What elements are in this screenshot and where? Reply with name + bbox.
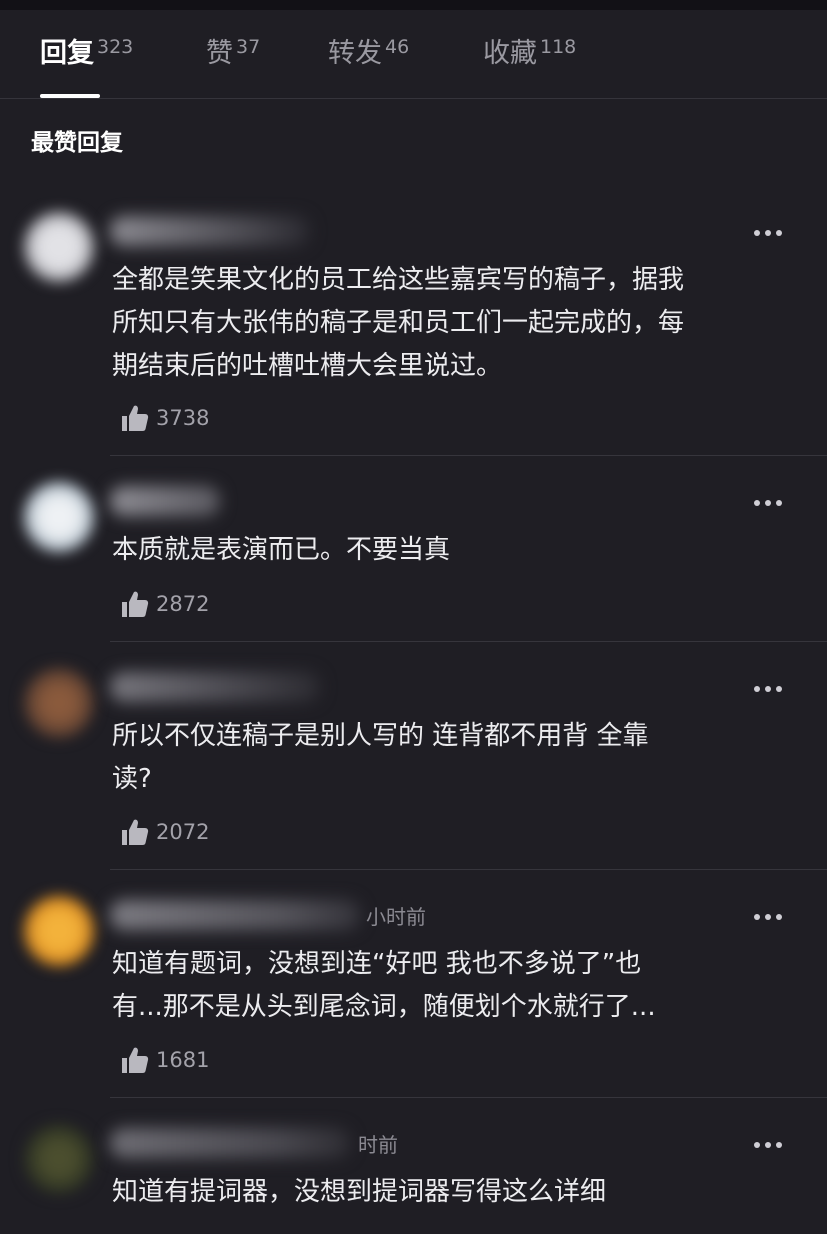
thumbs-up-icon xyxy=(122,1047,149,1073)
comment-timestamp: 时前 xyxy=(358,1133,398,1157)
comment-text: 所以不仅连稿子是别人写的 连背都不用背 全靠 读? xyxy=(112,715,792,801)
comment-text-line: 读? xyxy=(112,764,152,794)
username-blurred[interactable] xyxy=(110,1128,350,1158)
more-options-button[interactable] xyxy=(748,489,788,517)
tab-replies[interactable]: 回复 323 xyxy=(40,36,133,72)
comment-text-line: 全都是笑果文化的员工给这些嘉宾写的稿子，据我 xyxy=(112,265,685,295)
avatar[interactable] xyxy=(24,482,94,552)
tab-likes-label: 赞 xyxy=(206,38,233,69)
tab-bar: 回复 323 赞 37 转发 46 收藏 118 xyxy=(0,10,827,99)
like-count: 2872 xyxy=(156,592,210,616)
comment-text-line: 所以不仅连稿子是别人写的 连背都不用背 全靠 xyxy=(112,721,649,751)
like-button[interactable]: 1681 xyxy=(120,1045,209,1075)
username-blurred[interactable] xyxy=(110,672,320,702)
comment-text-line: 知道有提词器，没想到提词器写得这么详细 xyxy=(112,1177,607,1207)
comment-text-line: 所知只有大张伟的稿子是和员工们一起完成的，每 xyxy=(112,308,685,338)
comment-text: 知道有提词器，没想到提词器写得这么详细 xyxy=(112,1171,792,1214)
avatar[interactable] xyxy=(24,896,94,966)
tab-reposts[interactable]: 转发 46 xyxy=(328,36,409,72)
comment-text-line: 知道有题词，没想到连“好吧 我也不多说了”也 xyxy=(112,949,642,979)
thumbs-up-icon xyxy=(122,819,149,845)
tab-reposts-count: 46 xyxy=(385,36,410,58)
section-title: 最赞回复 xyxy=(31,130,123,156)
comment-text-line: 期结束后的吐槽吐槽大会里说过。 xyxy=(112,351,503,381)
avatar[interactable] xyxy=(24,1124,94,1194)
active-tab-indicator xyxy=(40,94,100,98)
tab-likes[interactable]: 赞 37 xyxy=(206,36,260,72)
username-blurred[interactable] xyxy=(110,486,220,516)
tab-replies-count: 323 xyxy=(97,36,134,58)
thumbs-up-icon xyxy=(122,591,149,617)
tab-reposts-label: 转发 xyxy=(328,38,382,69)
divider xyxy=(110,641,827,642)
comment-text: 本质就是表演而已。不要当真 xyxy=(112,529,792,572)
divider xyxy=(110,1097,827,1098)
comment-text: 全都是笑果文化的员工给这些嘉宾写的稿子，据我 所知只有大张伟的稿子是和员工们一起… xyxy=(112,259,792,388)
divider xyxy=(110,869,827,870)
avatar[interactable] xyxy=(24,212,94,282)
more-options-button[interactable] xyxy=(748,219,788,247)
username-blurred[interactable] xyxy=(110,900,360,930)
like-count: 2072 xyxy=(156,820,210,844)
divider xyxy=(110,455,827,456)
like-button[interactable]: 2872 xyxy=(120,589,209,619)
comment-text: 知道有题词，没想到连“好吧 我也不多说了”也 有...那不是从头到尾念词，随便划… xyxy=(112,943,792,1029)
comment-text-line: 本质就是表演而已。不要当真 xyxy=(112,535,451,565)
like-count: 3738 xyxy=(156,406,210,430)
more-options-button[interactable] xyxy=(748,1131,788,1159)
comment-timestamp: 小时前 xyxy=(366,905,426,929)
like-count: 1681 xyxy=(156,1048,210,1072)
comment-text-line: 有...那不是从头到尾念词，随便划个水就行了... xyxy=(112,992,656,1022)
tab-favorites[interactable]: 收藏 118 xyxy=(483,36,576,72)
tab-favorites-label: 收藏 xyxy=(483,38,537,69)
status-bar-strip xyxy=(0,0,827,10)
thumbs-up-icon xyxy=(122,405,149,431)
avatar[interactable] xyxy=(24,668,94,738)
tab-likes-count: 37 xyxy=(236,36,261,58)
more-options-button[interactable] xyxy=(748,675,788,703)
tab-favorites-count: 118 xyxy=(540,36,577,58)
more-options-button[interactable] xyxy=(748,903,788,931)
like-button[interactable]: 3738 xyxy=(120,403,209,433)
username-blurred[interactable] xyxy=(110,216,310,246)
like-button[interactable]: 2072 xyxy=(120,817,209,847)
tab-replies-label: 回复 xyxy=(40,38,94,69)
